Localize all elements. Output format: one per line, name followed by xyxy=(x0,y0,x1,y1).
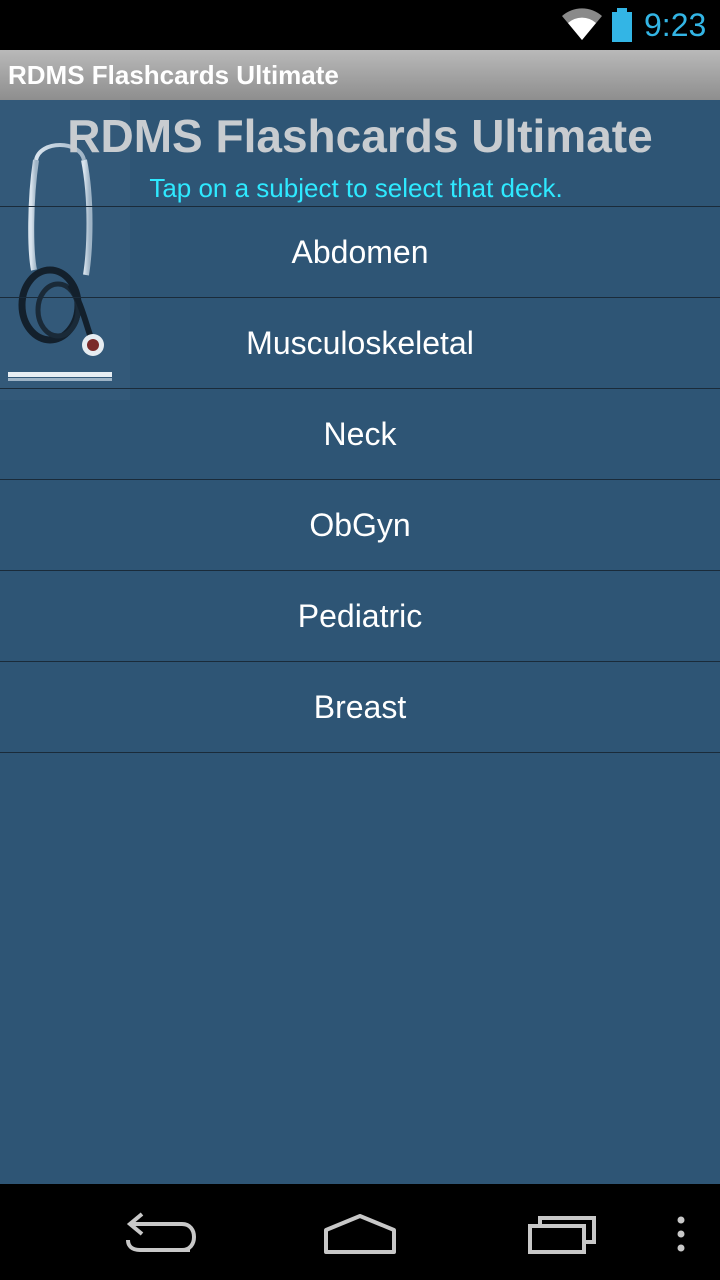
subject-item-musculoskeletal[interactable]: Musculoskeletal xyxy=(0,298,720,389)
back-icon[interactable] xyxy=(120,1202,200,1262)
main-content: RDMS Flashcards Ultimate Tap on a subjec… xyxy=(0,100,720,1184)
instruction-text: Tap on a subject to select that deck. xyxy=(149,173,563,203)
subject-item-neck[interactable]: Neck xyxy=(0,389,720,480)
status-bar: 9:23 xyxy=(0,0,720,50)
app-heading: RDMS Flashcards Ultimate xyxy=(67,110,653,162)
subject-item-obgyn[interactable]: ObGyn xyxy=(0,480,720,571)
recent-apps-icon[interactable] xyxy=(520,1202,600,1262)
wifi-icon xyxy=(562,8,602,40)
action-bar-title: RDMS Flashcards Ultimate xyxy=(8,60,339,90)
action-bar: RDMS Flashcards Ultimate xyxy=(0,50,720,100)
clock: 9:23 xyxy=(644,7,707,43)
overflow-menu-icon[interactable] xyxy=(666,1202,696,1262)
subject-item-pediatric[interactable]: Pediatric xyxy=(0,571,720,662)
navigation-bar xyxy=(0,1184,720,1280)
subject-item-breast[interactable]: Breast xyxy=(0,662,720,753)
subject-item-abdomen[interactable]: Abdomen xyxy=(0,207,720,298)
subject-list: Abdomen Musculoskeletal Neck ObGyn Pedia… xyxy=(0,206,720,753)
battery-icon xyxy=(612,8,632,42)
home-icon[interactable] xyxy=(320,1202,400,1262)
screen: 9:23 RDMS Flashcards Ultimate RDMS Flash… xyxy=(0,0,720,1280)
